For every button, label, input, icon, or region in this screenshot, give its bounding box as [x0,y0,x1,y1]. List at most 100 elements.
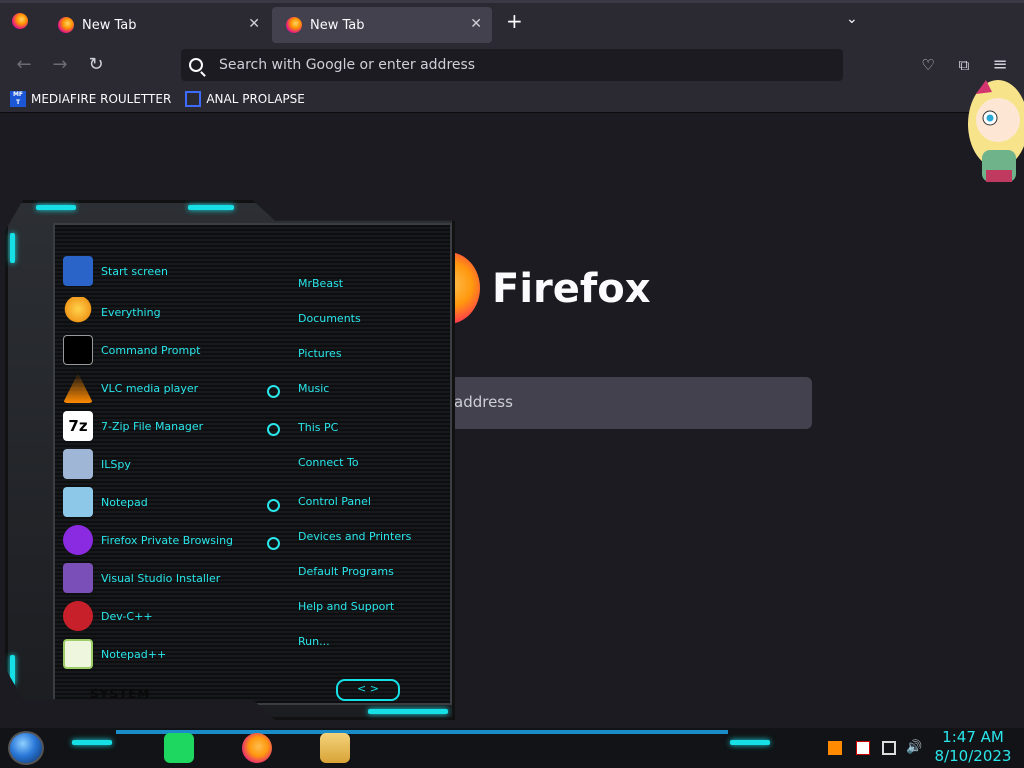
decor-light [188,709,234,714]
cmd-icon [63,335,93,365]
program-notepadpp[interactable]: Notepad++ [63,636,166,672]
forward-icon[interactable]: → [48,53,72,77]
magnifier-icon [63,297,93,327]
decor-light [72,740,112,745]
firefox-taskbar-icon[interactable] [242,733,272,763]
tab-bar: New Tab ✕ New Tab ✕ + ⌄ [0,0,1024,44]
jump-list-icon[interactable] [267,385,280,398]
tray-app-icon[interactable] [828,741,842,755]
search-icon [189,58,203,72]
decor-light [368,709,448,714]
decor-light [36,205,76,210]
program-ilspy[interactable]: ILSpy [63,446,131,482]
system-label: SYSTEM [90,687,151,701]
place-run[interactable]: Run... [298,635,330,648]
start-screen-icon [63,256,93,286]
clock-date: 8/10/2023 [934,747,1012,765]
bookmark-mediafire[interactable]: MF T MEDIAFIRE ROULETTER [10,91,171,107]
decor-light [10,655,15,685]
bookmarks-bar: MF T MEDIAFIRE ROULETTER ANAL PROLAPSE [0,86,1024,113]
program-devcpp[interactable]: Dev-C++ [63,598,153,634]
program-label: Everything [101,305,161,319]
program-label: ILSpy [101,457,131,471]
place-mrbeast[interactable]: MrBeast [298,277,343,290]
tab-label: New Tab [82,17,137,33]
start-menu: Start screen Everything Command Prompt V… [5,200,455,720]
program-vs-installer[interactable]: Visual Studio Installer [63,560,220,596]
cartoon-character-image [968,80,1024,182]
tab-2[interactable]: New Tab ✕ [272,7,492,43]
firefox-icon [58,17,74,33]
close-tab-icon[interactable]: ✕ [470,16,482,32]
volume-icon[interactable]: 🔊 [906,741,922,755]
7zip-icon: 7z [63,411,93,441]
jump-list-icon[interactable] [267,537,280,550]
place-default-programs[interactable]: Default Programs [298,565,394,578]
taskbar-clock[interactable]: 1:47 AM 8/10/2023 [930,728,1016,766]
place-control-panel[interactable]: Control Panel [298,495,371,508]
back-icon[interactable]: ← [12,53,36,77]
program-label: Command Prompt [101,343,201,357]
page-search-placeholder: address [454,393,513,411]
start-orb-button[interactable] [8,731,44,765]
clock-time: 1:47 AM [942,728,1004,746]
decor-light [368,205,448,210]
program-command-prompt[interactable]: Command Prompt [63,332,201,368]
ilspy-icon [63,449,93,479]
program-start-screen[interactable]: Start screen [63,253,168,289]
place-documents[interactable]: Documents [298,312,361,325]
network-icon[interactable] [882,741,896,755]
program-label: Dev-C++ [101,609,153,623]
address-input[interactable] [217,56,821,74]
notepadpp-icon [63,639,93,669]
program-label: Start screen [101,264,168,278]
file-explorer-icon[interactable] [320,733,350,763]
firefox-menu-icon[interactable] [12,13,28,33]
list-all-tabs-icon[interactable]: ⌄ [846,11,858,27]
jump-list-icon[interactable] [267,423,280,436]
place-music[interactable]: Music [298,382,329,395]
program-vlc[interactable]: VLC media player [63,370,198,406]
place-this-pc[interactable]: This PC [298,421,338,434]
firefox-icon [286,17,302,33]
bookmark-icon [185,91,202,107]
address-bar[interactable] [181,49,843,81]
vs-installer-icon [63,563,93,593]
page-search-box[interactable]: address [416,377,812,429]
close-tab-icon[interactable]: ✕ [248,16,260,32]
program-label: Notepad [101,495,148,509]
mf-icon: MF T [10,91,26,107]
nav-toolbar: ← → ↻ ♡ ⧉ ≡ [0,44,1024,86]
program-7zip[interactable]: 7z 7-Zip File Manager [63,408,203,444]
program-label: Notepad++ [101,647,167,661]
program-label: Firefox Private Browsing [101,533,234,547]
bookmark-second[interactable]: ANAL PROLAPSE [185,91,305,107]
jump-list-icon[interactable] [267,499,280,512]
new-tab-button[interactable]: + [506,9,523,33]
place-devices-printers[interactable]: Devices and Printers [298,530,411,543]
notepad-icon [63,487,93,517]
program-everything[interactable]: Everything [63,294,161,330]
place-connect-to[interactable]: Connect To [298,456,359,469]
decor-light [188,205,234,210]
decor-light [10,233,15,263]
decor-light [36,709,76,714]
reload-icon[interactable]: ↻ [84,53,108,77]
place-help-support[interactable]: Help and Support [298,600,394,613]
firefox-wordmark: Firefox [492,266,651,312]
decor-light [730,740,770,745]
vlc-icon [63,373,93,403]
taskbar: 🔊 1:47 AM 8/10/2023 [0,728,1024,768]
pocket-icon[interactable]: ♡ [916,53,940,77]
action-center-icon[interactable] [856,741,870,755]
program-notepad[interactable]: Notepad [63,484,148,520]
private-browsing-icon [63,525,93,555]
shutdown-arrows-button[interactable]: < > [336,679,400,701]
place-pictures[interactable]: Pictures [298,347,342,360]
bookmark-label: MEDIAFIRE ROULETTER [31,92,172,106]
tab-label: New Tab [310,17,365,33]
tab-1[interactable]: New Tab ✕ [44,7,270,43]
program-label: VLC media player [101,381,199,395]
notes-app-icon[interactable] [164,733,194,763]
program-firefox-private[interactable]: Firefox Private Browsing [63,522,233,558]
